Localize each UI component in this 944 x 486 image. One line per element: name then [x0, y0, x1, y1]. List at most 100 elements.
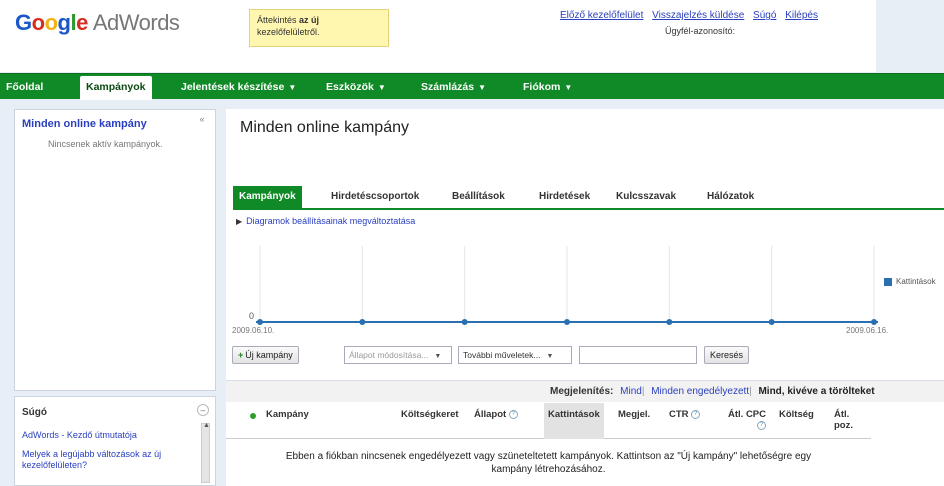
chart-point: [768, 319, 775, 325]
help-icon[interactable]: ?: [691, 409, 701, 419]
more-actions-label: További műveletek...: [463, 350, 541, 360]
help-panel: Súgó – AdWords - Kezdő útmutatója Melyek…: [14, 396, 216, 486]
notice-text-2: kezelőfelületről.: [257, 27, 320, 37]
chart-point: [564, 319, 570, 325]
collapse-icon[interactable]: «: [195, 114, 209, 126]
nav-campaigns[interactable]: Kampányok: [80, 76, 152, 100]
empty-message-line2: kampány létrehozásához.: [491, 464, 606, 475]
nav-reports[interactable]: Jelentések készítése ▼: [175, 74, 302, 100]
nav-label: Eszközök: [326, 81, 374, 93]
plus-icon: +: [238, 350, 244, 360]
google-adwords-logo[interactable]: Google AdWords: [15, 10, 180, 36]
logout-link[interactable]: Kilépés: [785, 10, 818, 21]
scroll-up-icon[interactable]: ▲: [202, 422, 211, 429]
tab-settings[interactable]: Beállítások: [446, 186, 511, 208]
display-option-all[interactable]: Mind: [620, 386, 642, 397]
chart-settings-link[interactable]: ▶ Diagramok beállításainak megváltoztatás…: [236, 216, 415, 226]
chevron-down-icon: ▼: [564, 83, 573, 92]
notice-bold: az új: [299, 15, 320, 25]
col-budget[interactable]: Költségkeret: [401, 409, 459, 420]
help-link[interactable]: Súgó: [753, 10, 776, 21]
legend-swatch: [884, 277, 892, 286]
empty-message-line1: Ebben a fiókban nincsenek engedélyezett …: [285, 451, 812, 462]
more-actions-select[interactable]: További műveletek... ▼: [458, 346, 572, 364]
main-content: Minden online kampány Kampányok Hirdetés…: [226, 109, 944, 486]
col-campaign[interactable]: Kampány: [266, 409, 309, 420]
chart-point: [359, 319, 366, 325]
nav-billing[interactable]: Számlázás ▼: [415, 74, 492, 100]
new-campaign-button[interactable]: + Új kampány: [232, 346, 299, 364]
previous-interface-link[interactable]: Előző kezelőfelület: [560, 10, 643, 21]
empty-table-message: Ebben a fiókban nincsenek engedélyezett …: [226, 450, 871, 476]
nav-label: Fiókom: [523, 81, 561, 93]
logo-letter: G: [15, 10, 32, 35]
chart-settings-label: Diagramok beállításainak megváltoztatása: [246, 216, 416, 226]
new-interface-notice[interactable]: Áttekintés az új kezelőfelületről.: [249, 9, 389, 47]
col-ctr[interactable]: CTR ?: [669, 409, 701, 420]
status-dot-icon: [250, 413, 256, 419]
col-avg-position[interactable]: Átl. poz.: [834, 409, 864, 431]
chart-point: [257, 319, 263, 325]
chart-x-tick-label: 2009.06.10.: [232, 326, 274, 335]
logo-product: AdWords: [92, 10, 180, 35]
search-input[interactable]: [579, 346, 697, 364]
nav-my-account[interactable]: Fiókom ▼: [517, 74, 578, 100]
customer-id-label: Ügyfél-azonosító:: [665, 26, 736, 36]
display-option-enabled[interactable]: Minden engedélyezett: [651, 386, 749, 397]
chevron-down-icon: ▼: [546, 353, 554, 360]
nav-home[interactable]: Főoldal: [0, 74, 49, 100]
new-campaign-label: Új kampány: [245, 350, 293, 360]
col-status-label: Állapot: [474, 409, 507, 420]
tab-underline: [233, 208, 944, 210]
nav-label: Főoldal: [6, 81, 44, 93]
chevron-down-icon: ▼: [478, 83, 487, 92]
logo-letter: e: [76, 10, 88, 35]
nav-label: Kampányok: [86, 81, 146, 93]
col-avg-cpc[interactable]: Átl. CPC ?: [726, 409, 766, 431]
help-link-whats-new[interactable]: Melyek a legújabb változások az új kezel…: [22, 449, 162, 471]
tab-ad-groups[interactable]: Hirdetéscsoportok: [325, 186, 425, 208]
chevron-down-icon: ▼: [288, 83, 297, 92]
page-title: Minden online kampány: [240, 119, 409, 136]
campaign-tree-panel: Minden online kampány « Nincsenek aktív …: [14, 109, 216, 391]
tab-campaigns[interactable]: Kampányok: [233, 186, 302, 208]
expand-triangle-icon: ▶: [236, 217, 243, 226]
nav-label: Számlázás: [421, 81, 475, 93]
status-select-label: Állapot módosítása...: [349, 350, 429, 360]
tab-networks[interactable]: Hálózatok: [701, 186, 760, 208]
tab-keywords[interactable]: Kulcsszavak: [610, 186, 682, 208]
chart-x-tick-label: 2009.06.16.: [846, 326, 888, 335]
col-ctr-label: CTR: [669, 409, 689, 420]
notice-text: Áttekintés: [257, 15, 297, 25]
tab-ads[interactable]: Hirdetések: [533, 186, 596, 208]
logo-letter: o: [44, 10, 58, 35]
status-select[interactable]: Állapot módosítása... ▼: [344, 346, 452, 364]
performance-chart: 0 2009.06.10. 2009.06.16.: [232, 246, 888, 335]
nav-label: Jelentések készítése: [181, 81, 285, 93]
col-avg-cpc-label: Átl. CPC: [728, 409, 766, 420]
col-clicks[interactable]: Kattintások: [544, 403, 604, 439]
no-active-campaigns: Nincsenek aktív kampányok.: [48, 139, 163, 149]
top-links: Előző kezelőfelület Visszajelzés küldése…: [560, 10, 824, 21]
sidebar-title[interactable]: Minden online kampány: [22, 118, 147, 130]
help-icon[interactable]: ?: [508, 409, 518, 419]
search-button[interactable]: Keresés: [704, 346, 750, 364]
col-cost[interactable]: Költség: [779, 409, 814, 420]
help-scrollbar[interactable]: ▲: [201, 422, 211, 483]
chart-legend: Kattintások: [884, 277, 936, 286]
col-status[interactable]: Állapot ?: [474, 409, 518, 420]
chevron-down-icon: ▼: [377, 83, 386, 92]
chart-point: [666, 319, 673, 325]
help-title: Súgó: [22, 407, 47, 418]
chevron-down-icon: ▼: [434, 353, 442, 360]
display-option-current[interactable]: Mind, kivéve a törölteket: [758, 386, 874, 397]
col-impressions[interactable]: Megjel.: [618, 409, 650, 420]
chart-point: [461, 319, 468, 325]
nav-tools[interactable]: Eszközök ▼: [320, 74, 392, 100]
campaign-table-header: Kampány Költségkeret Állapot ? Kattintás…: [226, 403, 871, 439]
minimize-icon[interactable]: –: [197, 404, 209, 416]
send-feedback-link[interactable]: Visszajelzés küldése: [652, 10, 744, 21]
display-filter-bar: Megjelenítés: Mind| Minden engedélyezett…: [226, 380, 944, 402]
help-link-getting-started[interactable]: AdWords - Kezdő útmutatója: [22, 430, 202, 441]
help-icon[interactable]: ?: [757, 420, 766, 430]
